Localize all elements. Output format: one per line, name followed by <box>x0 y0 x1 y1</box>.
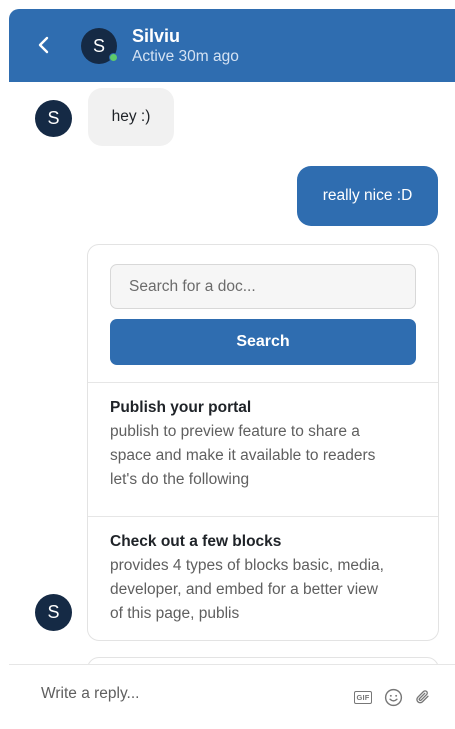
snippet-line: publish to preview feature to share a <box>110 423 360 440</box>
back-button[interactable] <box>31 31 57 59</box>
contact-status: Active 30m ago <box>132 48 239 65</box>
chat-window: S Silviu Active 30m ago S hey :) really … <box>9 9 455 729</box>
snippet-line: space and make it available to readers <box>110 447 376 464</box>
attach-button[interactable] <box>412 686 434 708</box>
doc-search-card: Search Publish your portal publish to pr… <box>87 244 439 641</box>
sender-avatar: S <box>35 594 72 631</box>
doc-result-item[interactable]: Check out a few blocks provides 4 types … <box>110 532 420 626</box>
doc-result-title: Publish your portal <box>110 399 252 416</box>
paperclip-icon <box>416 690 429 704</box>
presence-indicator <box>109 53 118 62</box>
doc-result-title: Check out a few blocks <box>110 533 282 550</box>
doc-result-snippet: publish to preview feature to share a sp… <box>110 420 420 492</box>
snippet-line: provides 4 types of blocks basic, media, <box>110 557 384 574</box>
search-button[interactable]: Search <box>110 319 416 365</box>
snippet-line: let's do the following <box>110 471 250 488</box>
doc-result-snippet: provides 4 types of blocks basic, media,… <box>110 554 420 626</box>
emoji-icon <box>384 688 402 706</box>
incoming-message: hey :) <box>88 88 174 146</box>
divider <box>88 382 438 383</box>
doc-result-item[interactable]: Publish your portal publish to preview f… <box>110 398 420 492</box>
gif-icon: GIF <box>354 690 372 704</box>
gif-button[interactable]: GIF <box>352 686 374 708</box>
outgoing-message: really nice :D <box>297 166 438 226</box>
chevron-left-icon <box>38 36 49 54</box>
reply-composer: GIF <box>9 665 455 729</box>
snippet-line: developer, and embed for a better view <box>110 581 378 598</box>
contact-name: Silviu <box>132 26 181 46</box>
reply-input[interactable] <box>23 679 333 709</box>
divider <box>88 516 438 517</box>
emoji-button[interactable] <box>382 686 404 708</box>
doc-search-input[interactable] <box>110 264 416 309</box>
snippet-line: of this page, publis <box>110 605 240 622</box>
chat-header: S Silviu Active 30m ago <box>9 9 455 82</box>
sender-avatar: S <box>35 100 72 137</box>
